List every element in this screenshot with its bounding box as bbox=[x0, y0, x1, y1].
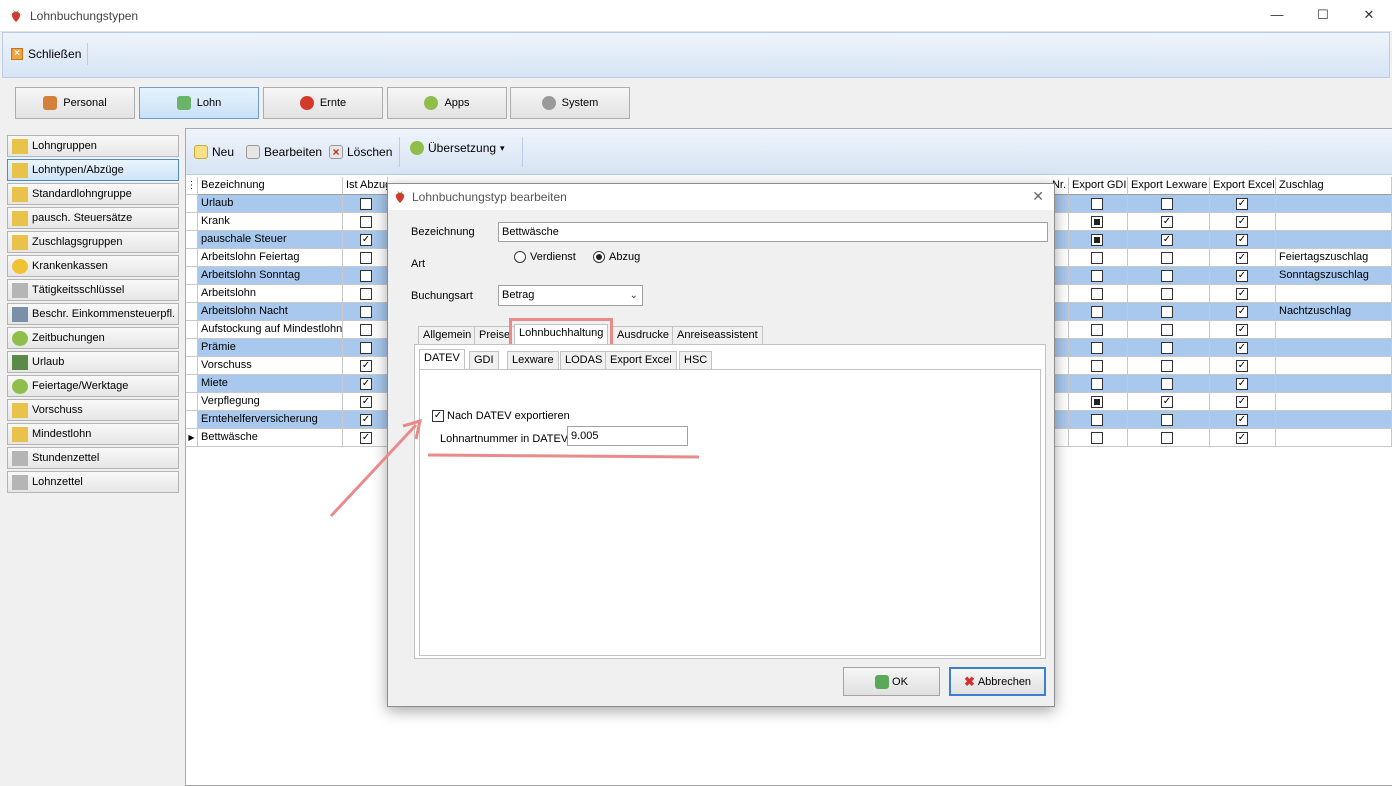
annotation-overlay bbox=[329, 418, 700, 518]
arrow-annotation bbox=[329, 423, 418, 518]
underline-annotation bbox=[427, 453, 700, 459]
